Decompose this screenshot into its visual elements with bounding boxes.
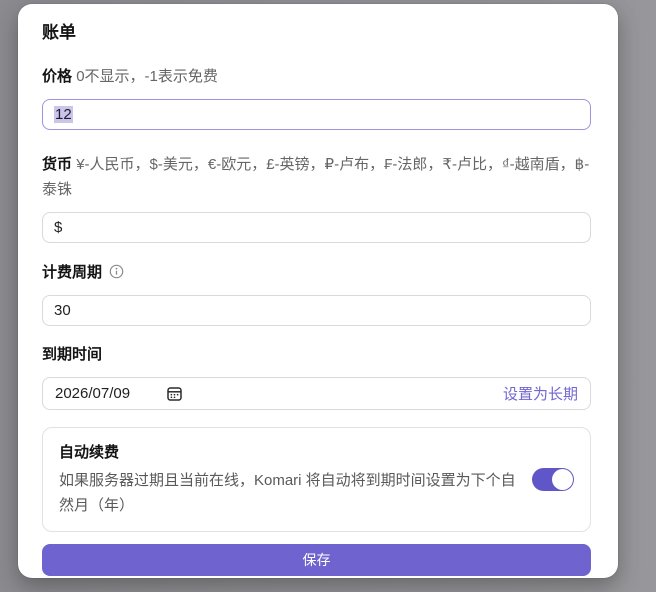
expiry-label-row: 到期时间 — [42, 342, 591, 367]
calendar-icon[interactable] — [166, 385, 183, 402]
price-input[interactable]: 12 — [42, 99, 591, 130]
price-note: 0不显示，-1表示免费 — [76, 68, 218, 85]
expiry-date-value: 2026/07/09 — [55, 385, 130, 402]
expiry-label: 到期时间 — [42, 346, 102, 363]
price-label-row: 价格 0不显示，-1表示免费 — [42, 64, 591, 89]
price-field: 价格 0不显示，-1表示免费 12 — [42, 64, 591, 130]
toggle-knob-icon — [552, 469, 573, 490]
dialog-title: 账单 — [42, 22, 591, 44]
currency-label: 货币 — [42, 156, 72, 173]
currency-input[interactable] — [42, 212, 591, 243]
auto-renew-text: 自动续费 如果服务器过期且当前在线，Komari 将自动将到期时间设置为下个自然… — [59, 441, 532, 518]
price-label: 价格 — [42, 68, 72, 85]
info-circle-icon[interactable] — [109, 264, 124, 279]
save-button[interactable]: 保存 — [42, 544, 591, 576]
set-long-term-link[interactable]: 设置为长期 — [503, 383, 578, 404]
price-value: 12 — [54, 106, 73, 123]
auto-renew-description: 如果服务器过期且当前在线，Komari 将自动将到期时间设置为下个自然月（年） — [59, 468, 518, 518]
expiry-field: 到期时间 2026/07/09 设置为长期 — [42, 342, 591, 410]
auto-renew-toggle[interactable] — [532, 468, 574, 491]
currency-label-row: 货币 ¥-人民币，$-美元，€-欧元，£-英镑，₽-卢布，₣-法郎，₹-卢比，₫… — [42, 152, 591, 202]
expiry-date-input[interactable]: 2026/07/09 设置为长期 — [42, 377, 591, 410]
currency-field: 货币 ¥-人民币，$-美元，€-欧元，£-英镑，₽-卢布，₣-法郎，₹-卢比，₫… — [42, 152, 591, 243]
auto-renew-title: 自动续费 — [59, 441, 518, 462]
billing-dialog: 账单 价格 0不显示，-1表示免费 12 货币 ¥-人民币，$-美元，€-欧元，… — [18, 4, 618, 578]
currency-note: ¥-人民币，$-美元，€-欧元，£-英镑，₽-卢布，₣-法郎，₹-卢比，₫-越南… — [42, 156, 589, 198]
billing-cycle-field: 计费周期 — [42, 260, 591, 326]
auto-renew-card: 自动续费 如果服务器过期且当前在线，Komari 将自动将到期时间设置为下个自然… — [42, 427, 591, 532]
billing-cycle-label-row: 计费周期 — [42, 260, 591, 285]
billing-cycle-label: 计费周期 — [42, 264, 102, 281]
billing-cycle-input[interactable] — [42, 295, 591, 326]
